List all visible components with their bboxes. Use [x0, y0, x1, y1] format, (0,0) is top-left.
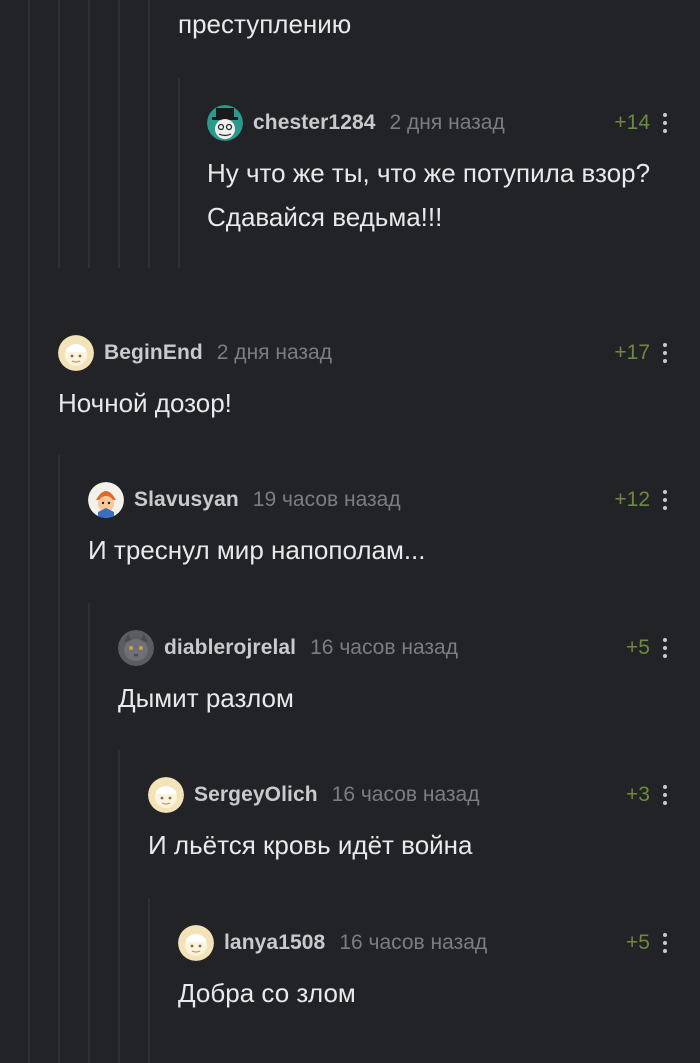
author-name[interactable]: lanya1508	[224, 931, 325, 955]
author-name[interactable]: diablerojrelal	[164, 636, 296, 660]
comment-header: BeginEnd 2 дня назад +17	[58, 333, 667, 373]
thread-line	[58, 0, 60, 268]
comment-rating: +17	[614, 341, 650, 364]
comment-header: SergeyOlich 16 часов назад +3	[148, 775, 667, 815]
comment: lanya1508 16 часов назад +5 Добра со зло…	[178, 923, 667, 1015]
comment: diablerojrelal 16 часов назад +5 Дымит р…	[118, 628, 667, 720]
more-options-icon[interactable]	[656, 930, 674, 956]
thread-line	[28, 0, 30, 1063]
default-avatar[interactable]	[148, 777, 184, 813]
thread-line	[118, 750, 120, 1063]
default-avatar[interactable]	[58, 335, 94, 371]
comment: преступлению	[178, 0, 660, 46]
comment-rating: +3	[626, 783, 650, 806]
thread-line	[118, 0, 120, 268]
comment-header: Slavusyan 19 часов назад +12	[88, 480, 667, 520]
comment-text: Ночной дозор!	[58, 388, 232, 418]
comment: chester1284 2 дня назад +14 Ну что же ты…	[207, 103, 667, 239]
more-options-icon[interactable]	[656, 782, 674, 808]
comment-text: преступлению	[178, 9, 352, 39]
comment-rating: +5	[626, 931, 650, 954]
thread-line	[178, 78, 180, 268]
comment-time: 16 часов назад	[331, 783, 480, 806]
top-hat-face-avatar[interactable]	[207, 105, 243, 141]
cartoon-character-avatar[interactable]	[88, 482, 124, 518]
thread-line	[88, 0, 90, 268]
thread-line	[148, 898, 150, 1063]
comment-header: lanya1508 16 часов назад +5	[178, 923, 667, 963]
comment-time: 2 дня назад	[389, 111, 505, 134]
more-options-icon[interactable]	[656, 635, 674, 661]
author-name[interactable]: Slavusyan	[134, 488, 239, 512]
comment-rating: +12	[614, 488, 650, 511]
comment-time: 16 часов назад	[339, 931, 488, 954]
comment-text: Дымит разлом	[118, 683, 294, 713]
author-name[interactable]: chester1284	[253, 111, 376, 135]
default-avatar[interactable]	[178, 925, 214, 961]
more-options-icon[interactable]	[656, 110, 674, 136]
author-name[interactable]: SergeyOlich	[194, 783, 318, 807]
comment: Slavusyan 19 часов назад +12 И треснул м…	[88, 480, 667, 572]
comment-text: И льётся кровь идёт война	[148, 830, 473, 860]
comment-time: 19 часов назад	[252, 488, 401, 511]
comment-time: 2 дня назад	[216, 341, 332, 364]
more-options-icon[interactable]	[656, 487, 674, 513]
thread-line	[58, 455, 60, 1063]
comment-text: Добра со злом	[178, 978, 356, 1008]
comment-header: diablerojrelal 16 часов назад +5	[118, 628, 667, 668]
comment-header: chester1284 2 дня назад +14	[207, 103, 667, 143]
comment-rating: +5	[626, 636, 650, 659]
thread-line	[148, 0, 150, 268]
comment-time: 16 часов назад	[310, 636, 458, 659]
comment-text: Ну что же ты, что же потупила взор? Сдав…	[207, 158, 651, 232]
comment: BeginEnd 2 дня назад +17 Ночной дозор!	[58, 333, 667, 425]
comment-rating: +14	[614, 111, 650, 134]
cat-avatar[interactable]	[118, 630, 154, 666]
more-options-icon[interactable]	[656, 340, 674, 366]
comment-text: И треснул мир напополам...	[88, 535, 426, 565]
thread-line	[88, 603, 90, 1063]
author-name[interactable]: BeginEnd	[104, 341, 203, 365]
comment: SergeyOlich 16 часов назад +3 И льётся к…	[148, 775, 667, 867]
